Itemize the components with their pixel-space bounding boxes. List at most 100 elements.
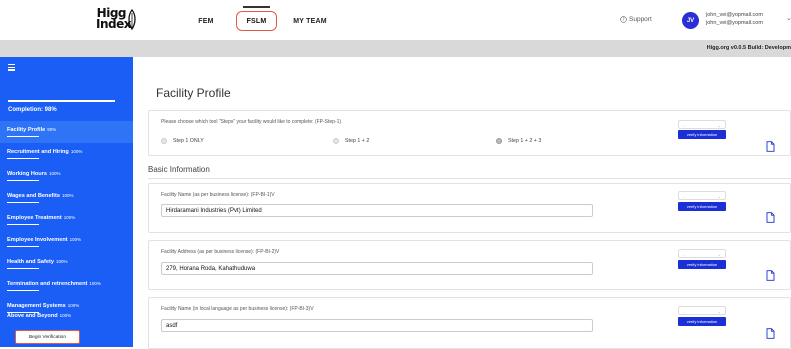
sidebar-item-percent: 100%	[69, 237, 82, 242]
sidebar: Completion: 98% Facility Profile 90% Recr…	[0, 57, 133, 347]
sidebar-item-above-and-beyond[interactable]: Above and Beyond 100%	[0, 313, 133, 329]
facility-name-local-input[interactable]: asdf	[161, 319, 593, 332]
sidebar-item-wages-and-benefits[interactable]: Wages and Benefits 100%	[0, 187, 133, 209]
radio-step-1-only[interactable]: Step 1 ONLY	[161, 138, 204, 144]
select-value: -	[683, 123, 685, 128]
sidebar-item-progress	[7, 202, 39, 204]
user-email-line-2: john_vei@yopmail.com	[706, 20, 763, 26]
sidebar-item-progress	[7, 268, 39, 270]
sidebar-item-label: Termination and retrenchment	[7, 281, 88, 287]
status-select[interactable]: - ⌄	[678, 306, 726, 315]
verify-information-button[interactable]: verify information	[678, 130, 726, 139]
build-version-text: Higg.org v0.0.5 Build: Developm	[706, 45, 791, 51]
sidebar-item-label: Employee Involvement	[7, 237, 68, 243]
verify-information-button[interactable]: verify information	[678, 260, 726, 269]
field-card-facility-name-local: Facility Name (in local language as per …	[148, 297, 791, 349]
field-card-facility-address: Facility Address (as per business licens…	[148, 240, 791, 290]
support-label: Support	[629, 16, 652, 23]
sidebar-item-label: Health and Safety	[7, 259, 54, 265]
sidebar-item-label: Above and Beyond	[7, 313, 58, 319]
status-select[interactable]: - ⌄	[678, 191, 726, 200]
field-card-facility-name: Facility Name (as per business license):…	[148, 183, 791, 233]
radio-button[interactable]	[333, 138, 339, 144]
support-link[interactable]: ? Support	[620, 16, 652, 23]
select-value: -	[683, 309, 685, 314]
sidebar-item-label: Facility Profile	[7, 127, 46, 133]
field-label: Facility Address (as per business licens…	[161, 249, 280, 255]
sidebar-item-progress	[7, 180, 39, 182]
document-add-icon[interactable]	[766, 212, 775, 223]
document-add-icon[interactable]	[766, 141, 775, 152]
radio-button[interactable]	[161, 138, 167, 144]
build-info-bar: Higg.org v0.0.5 Build: Developm	[0, 40, 791, 57]
help-circle-icon: ?	[620, 16, 627, 23]
sidebar-item-percent: 100%	[63, 215, 76, 220]
chevron-down-icon: ⌄	[717, 194, 721, 199]
top-bar: Higg Index FEM FSLM MY TEAM ? Support JV…	[0, 0, 791, 40]
svg-text:?: ?	[622, 17, 624, 22]
begin-verification-button[interactable]: Begin Verification	[15, 330, 80, 344]
chevron-down-icon: ⌄	[717, 123, 721, 128]
nav-tab-my-team[interactable]: MY TEAM	[285, 11, 335, 31]
sidebar-item-label: Employee Treatment	[7, 215, 62, 221]
sidebar-item-label: Wages and Benefits	[7, 193, 60, 199]
sidebar-item-recruitment-and-hiring[interactable]: Recruitment and Hiring 100%	[0, 143, 133, 165]
sidebar-item-termination-and-retrenchment[interactable]: Termination and retrenchment 100%	[0, 275, 133, 297]
sidebar-item-employee-treatment[interactable]: Employee Treatment 100%	[0, 209, 133, 231]
nav-tab-fslm[interactable]: FSLM	[236, 6, 277, 31]
document-add-icon[interactable]	[766, 328, 775, 339]
sidebar-item-percent: 100%	[55, 259, 68, 264]
section-divider	[148, 178, 791, 179]
chevron-down-icon: ⌄	[717, 309, 721, 314]
section-title-basic-information: Basic Information	[148, 165, 210, 174]
sidebar-item-progress	[7, 224, 39, 226]
status-select[interactable]: - ⌄	[678, 120, 726, 129]
sidebar-item-label: Recruitment and Hiring	[7, 149, 69, 155]
radio-label: Step 1 + 2 + 3	[508, 138, 542, 144]
sidebar-item-progress	[7, 158, 39, 160]
completion-label: Completion: 98%	[8, 107, 57, 113]
chevron-down-icon[interactable]: ⌄	[786, 14, 791, 22]
page-title: Facility Profile	[156, 86, 231, 100]
sidebar-item-health-and-safety[interactable]: Health and Safety 100%	[0, 253, 133, 275]
leaf-icon	[128, 9, 136, 31]
completion-progress-bar	[8, 100, 115, 102]
higg-index-logo[interactable]: Higg Index	[96, 7, 152, 34]
user-avatar[interactable]: JV	[682, 12, 699, 29]
nav-tab-fem[interactable]: FEM	[191, 11, 221, 31]
steps-card: Please choose which tool "Steps" your fa…	[148, 110, 791, 156]
select-value: -	[683, 252, 685, 257]
sidebar-item-working-hours[interactable]: Working Hours 100%	[0, 165, 133, 187]
radio-label: Step 1 ONLY	[173, 138, 204, 144]
steps-question: Please choose which tool "Steps" your fa…	[161, 119, 342, 125]
radio-label: Step 1 + 2	[345, 138, 370, 144]
sidebar-item-percent: 90%	[47, 127, 57, 132]
verify-information-button[interactable]: verify information	[678, 202, 726, 211]
sidebar-item-progress	[7, 246, 39, 248]
user-email-line-1: john_vei@yopmail.com	[706, 12, 763, 18]
radio-step-1-2[interactable]: Step 1 + 2	[333, 138, 369, 144]
sidebar-item-label: Working Hours	[7, 171, 47, 177]
field-label: Facility Name (in local language as per …	[161, 306, 314, 312]
sidebar-item-label: Management Systems	[7, 303, 66, 309]
sidebar-item-percent: 100%	[70, 149, 83, 154]
field-label: Facility Name (as per business license):…	[161, 192, 275, 198]
user-email-block[interactable]: john_vei@yopmail.com john_vei@yopmail.co…	[706, 11, 763, 27]
main-content: Facility Profile Please choose which too…	[133, 57, 791, 349]
sidebar-item-facility-profile[interactable]: Facility Profile 90%	[0, 121, 133, 143]
sidebar-item-percent: 100%	[67, 303, 80, 308]
sidebar-item-employee-involvement[interactable]: Employee Involvement 100%	[0, 231, 133, 253]
hamburger-menu-icon[interactable]	[8, 64, 15, 72]
document-add-icon[interactable]	[766, 270, 775, 281]
chevron-down-icon: ⌄	[717, 252, 721, 257]
radio-step-1-2-3[interactable]: Step 1 + 2 + 3	[496, 138, 541, 144]
select-value: -	[683, 194, 685, 199]
verify-information-button[interactable]: verify information	[678, 317, 726, 326]
facility-address-input[interactable]: 279, Horana Roda, Kahathuduwa	[161, 262, 593, 275]
facility-name-input[interactable]: Hirdaramani Industries (Pvt) Limited	[161, 204, 593, 217]
status-select[interactable]: - ⌄	[678, 249, 726, 258]
sidebar-item-percent: 100%	[59, 313, 72, 318]
sidebar-item-progress	[7, 136, 39, 138]
radio-button[interactable]	[496, 138, 502, 144]
sidebar-item-percent: 100%	[89, 281, 101, 286]
